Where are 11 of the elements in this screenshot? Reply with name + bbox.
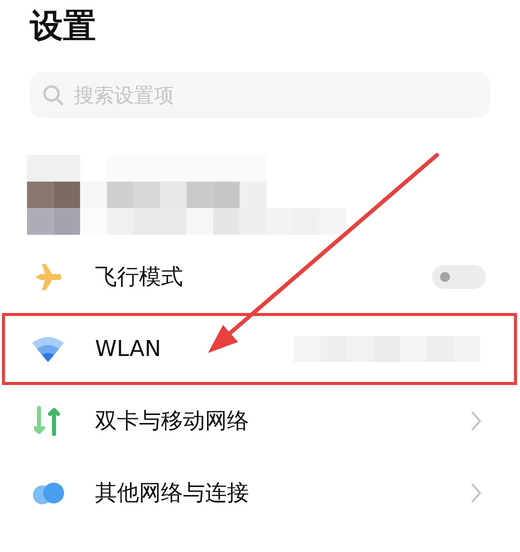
up-down-arrows-icon: [34, 404, 62, 438]
wifi-icon: [31, 334, 65, 364]
setting-label[interactable]: 飞行模式: [95, 262, 432, 292]
chevron-icon: [470, 410, 482, 432]
setting-label[interactable]: 其他网络与连接: [95, 478, 470, 508]
page-title: 设置: [30, 5, 96, 47]
cloud-icon: [31, 481, 65, 505]
setting-label[interactable]: WLAN: [95, 336, 294, 362]
setting-label[interactable]: 双卡与移动网络: [95, 406, 470, 436]
toggle-switch[interactable]: [432, 265, 486, 289]
chevron-icon: [470, 482, 482, 504]
